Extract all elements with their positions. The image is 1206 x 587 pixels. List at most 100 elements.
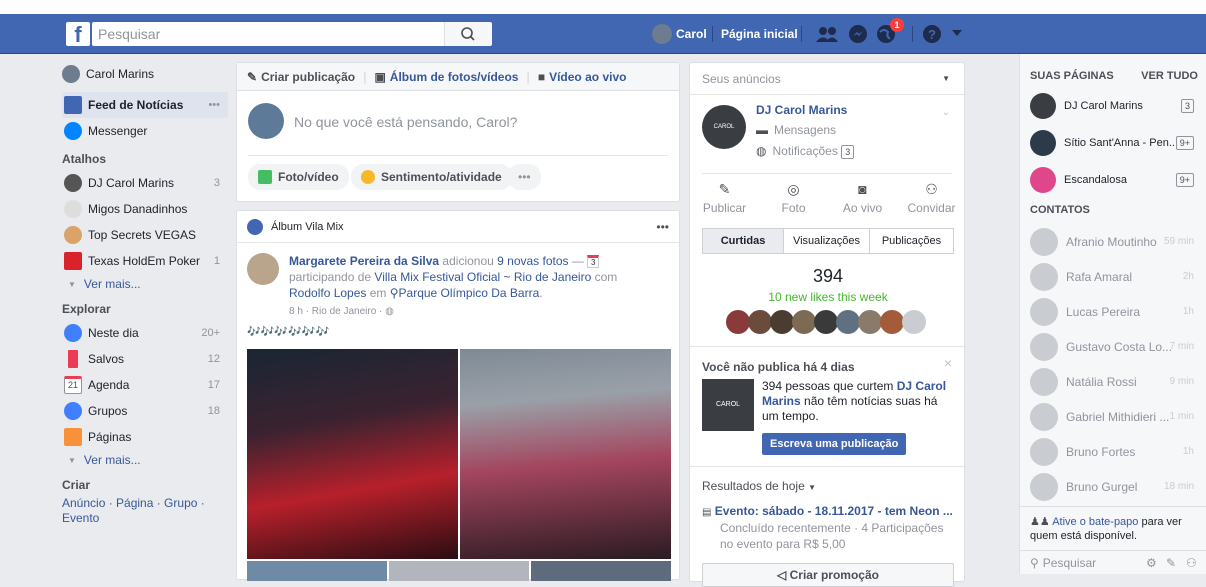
compose-icon[interactable]: ✎ <box>1166 556 1176 570</box>
write-post-button[interactable]: Escreva uma publicação <box>762 433 907 455</box>
contact-row[interactable]: Afranio Moutinho 59 min <box>1020 224 1206 259</box>
avatar[interactable] <box>770 310 794 334</box>
see-more-link[interactable]: Ver mais... <box>84 277 141 291</box>
notifications-row[interactable]: ◍ Notificações 3 <box>756 144 855 159</box>
invite-action[interactable]: ⚇ Convidar <box>897 181 966 215</box>
close-icon[interactable]: × <box>944 355 952 371</box>
avatar[interactable] <box>726 310 750 334</box>
meta-text[interactable]: 8 h · Rio de Janeiro · <box>289 306 385 317</box>
contact-row[interactable]: Rafa Amaral 2h <box>1020 259 1206 294</box>
sidebar-item-messenger[interactable]: Messenger <box>62 118 228 144</box>
sidebar-item-feed[interactable]: Feed de Notícias ••• <box>62 92 228 118</box>
page-row[interactable]: Escandalosa 9+ <box>1020 162 1206 197</box>
tab-likes[interactable]: Curtidas <box>702 228 784 254</box>
chat-search-input[interactable]: Pesquisar <box>1043 556 1096 570</box>
sidebar-item-shortcut[interactable]: Migos Danadinhos <box>62 196 228 222</box>
see-more-shortcuts[interactable]: ▼ Ver mais... <box>62 274 228 294</box>
profile-link[interactable]: Carol <box>676 22 707 46</box>
activate-chat-box: ♟♟ Ative o bate-papo para ver quem está … <box>1020 506 1206 546</box>
chevron-down-icon[interactable]: ▼ <box>942 74 950 83</box>
tab-live-video[interactable]: Vídeo ao vivo <box>549 70 626 84</box>
post-photo[interactable] <box>389 561 529 581</box>
page-row[interactable]: DJ Carol Marins 3 <box>1020 88 1206 123</box>
post-photo[interactable] <box>247 349 458 559</box>
create-promotion-button[interactable]: ◁ Criar promoção <box>702 563 954 587</box>
ads-title[interactable]: Seus anúncios <box>702 72 781 86</box>
facebook-logo[interactable]: f <box>66 22 90 46</box>
author-link[interactable]: Margarete Pereira da Silva <box>289 254 439 268</box>
page-logo[interactable]: CAROL MARINS <box>702 105 746 149</box>
post-photo[interactable] <box>460 349 671 559</box>
avatar[interactable] <box>902 310 926 334</box>
avatar[interactable] <box>748 310 772 334</box>
tab-photo-album[interactable]: Álbum de fotos/vídeos <box>390 70 519 84</box>
album-title[interactable]: Álbum Vila Mix <box>271 221 344 233</box>
chevron-down-icon[interactable]: ⌄ <box>942 107 950 118</box>
event-row[interactable]: ▤ Evento: sábado - 18.11.2017 - tem Neon… <box>702 504 957 552</box>
photo-video-button[interactable]: Foto/vídeo <box>248 164 349 190</box>
messages-row[interactable]: ▬ Mensagens <box>756 123 836 137</box>
place-link[interactable]: Parque Olímpico Da Barra <box>399 286 540 300</box>
avatar[interactable] <box>792 310 816 334</box>
see-more-explore[interactable]: ▼ Ver mais... <box>62 450 228 470</box>
page-badge: 9+ <box>1175 135 1194 150</box>
contact-row[interactable]: Lucas Pereira 1h <box>1020 294 1206 329</box>
megaphone-icon: ◁ <box>777 568 787 582</box>
feed-options-button[interactable]: ••• <box>208 99 220 111</box>
page-logo-small[interactable]: CAROL MARINS <box>702 379 754 431</box>
contact-row[interactable]: Bruno Fortes 1h <box>1020 434 1206 469</box>
avatar[interactable] <box>814 310 838 334</box>
home-link[interactable]: Página inicial <box>721 22 798 46</box>
search-input[interactable]: Pesquisar <box>92 22 444 46</box>
friend-requests-icon[interactable] <box>814 24 840 44</box>
see-more-link[interactable]: Ver mais... <box>84 453 141 467</box>
sidebar-item-explore[interactable]: Páginas <box>62 424 228 450</box>
page-row[interactable]: Sítio Sant'Anna - Pen... 9+ <box>1020 125 1206 160</box>
event-title-link[interactable]: Evento: sábado - 18.11.2017 - tem Neon .… <box>715 504 953 518</box>
sidebar-item-explore[interactable]: 21 Agenda 17 <box>62 372 228 398</box>
activate-chat-link[interactable]: Ative o bate-papo <box>1052 516 1138 528</box>
page-name-link[interactable]: DJ Carol Marins <box>756 103 847 117</box>
more-options-button[interactable]: ••• <box>508 164 541 190</box>
avatar[interactable] <box>836 310 860 334</box>
sidebar-item-explore[interactable]: Grupos 18 <box>62 398 228 424</box>
tab-create-post[interactable]: Criar publicação <box>261 70 355 84</box>
post-photo[interactable] <box>247 561 387 581</box>
sidebar-item-explore[interactable]: Salvos 12 <box>62 346 228 372</box>
account-menu-arrow-icon[interactable] <box>952 30 962 38</box>
contact-row[interactable]: Natália Rossi 9 min <box>1020 364 1206 399</box>
sidebar-item-shortcut[interactable]: Top Secrets VEGAS <box>62 222 228 248</box>
author-avatar[interactable] <box>247 253 279 285</box>
sidebar-item-shortcut[interactable]: Texas HoldEm Poker 1 <box>62 248 228 274</box>
group-chat-icon[interactable]: ⚇ <box>1186 556 1197 570</box>
feeling-activity-button[interactable]: Sentimento/atividade <box>351 164 512 190</box>
see-all-link[interactable]: VER TUDO <box>1141 70 1198 82</box>
contact-row[interactable]: Gustavo Costa Lo... 7 min <box>1020 329 1206 364</box>
contact-row[interactable]: Gabriel Mithidieri ... 1 min <box>1020 399 1206 434</box>
friend-link[interactable]: Rodolfo Lopes <box>289 286 366 300</box>
photo-action[interactable]: ◎ Foto <box>759 181 828 215</box>
post-options-button[interactable]: ••• <box>656 220 669 234</box>
sidebar-item-shortcut[interactable]: DJ Carol Marins 3 <box>62 170 228 196</box>
gear-icon[interactable]: ⚙ <box>1146 556 1157 570</box>
publish-action[interactable]: ✎ Publicar <box>690 181 759 215</box>
search-button[interactable] <box>444 22 492 46</box>
tab-views[interactable]: Visualizações <box>784 228 870 254</box>
item-count: 20+ <box>201 327 220 339</box>
event-link[interactable]: Villa Mix Festival Oficial ~ Rio de Jane… <box>374 270 591 284</box>
user-avatar[interactable] <box>652 24 672 44</box>
avatar[interactable] <box>880 310 904 334</box>
post-photo[interactable] <box>531 561 671 581</box>
messenger-icon[interactable] <box>848 24 868 44</box>
avatar[interactable] <box>858 310 882 334</box>
composer-input[interactable]: No que você está pensando, Carol? <box>294 114 517 130</box>
results-title[interactable]: Resultados de hoje ▼ <box>702 479 816 493</box>
live-action[interactable]: ◙ Ao vivo <box>828 181 897 215</box>
contact-row[interactable]: Bruno Gurgel 18 min <box>1020 469 1206 504</box>
help-icon[interactable]: ? <box>922 24 942 44</box>
photos-link[interactable]: 9 novas fotos <box>497 254 568 268</box>
sidebar-item-explore[interactable]: Neste dia 20+ <box>62 320 228 346</box>
sidebar-profile[interactable]: Carol Marins <box>62 62 228 86</box>
create-links[interactable]: Anúncio · Página · Grupo · Evento <box>62 496 212 526</box>
tab-posts[interactable]: Publicações <box>870 228 954 254</box>
